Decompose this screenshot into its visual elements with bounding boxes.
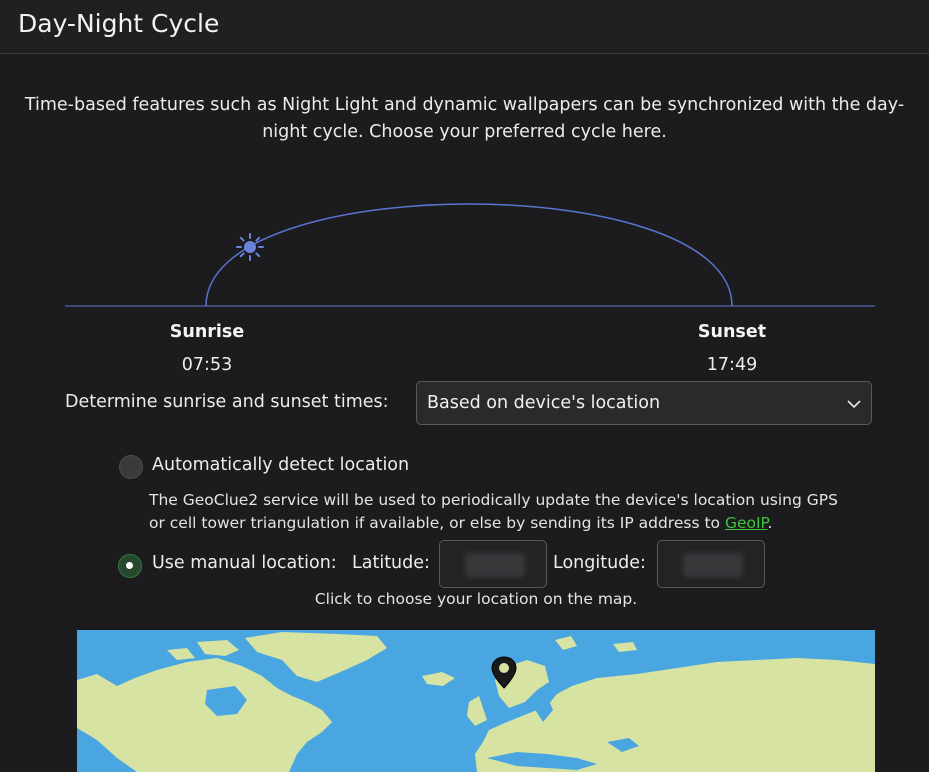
sunrise-label: Sunrise [169,322,245,342]
latitude-value-redacted [465,553,525,577]
manual-location-radio[interactable] [118,554,142,578]
geoclue-description: The GeoClue2 service will be used to per… [149,489,849,535]
world-map-graphic [77,632,875,772]
uk-land [467,696,487,726]
sun-icon [236,233,264,261]
geoclue-description-end: . [767,514,773,532]
iceland-land [422,672,455,686]
auto-location-label[interactable]: Automatically detect location [152,455,409,475]
latitude-input[interactable] [439,540,547,588]
map-hint: Click to choose your location on the map… [314,590,638,608]
greenland-land [245,632,387,682]
latitude-label: Latitude: [352,553,430,573]
combobox-selected-value: Based on device's location [427,393,661,413]
longitude-value-redacted [683,553,743,577]
longitude-input[interactable] [657,540,765,588]
sunset-label: Sunset [697,322,767,342]
manual-location-label[interactable]: Use manual location: [152,553,337,573]
sunrise-time: 07:53 [181,355,233,375]
sunset-time: 17:49 [706,355,758,375]
auto-location-radio[interactable] [119,455,143,479]
longitude-label: Longitude: [553,553,646,573]
geoip-link[interactable]: GeoIP [725,514,768,532]
determine-times-combobox[interactable]: Based on device's location [416,381,872,425]
north-america-land [77,658,332,772]
chevron-down-icon [847,400,861,409]
radio-checked-dot [126,562,133,569]
determine-times-label: Determine sunrise and sunset times: [65,392,389,412]
svalbard-land [555,636,637,652]
sun-path-arc [205,203,733,307]
canadian-islands-land [167,640,239,660]
day-night-cycle-graph [65,203,875,307]
world-map[interactable] [77,630,875,772]
